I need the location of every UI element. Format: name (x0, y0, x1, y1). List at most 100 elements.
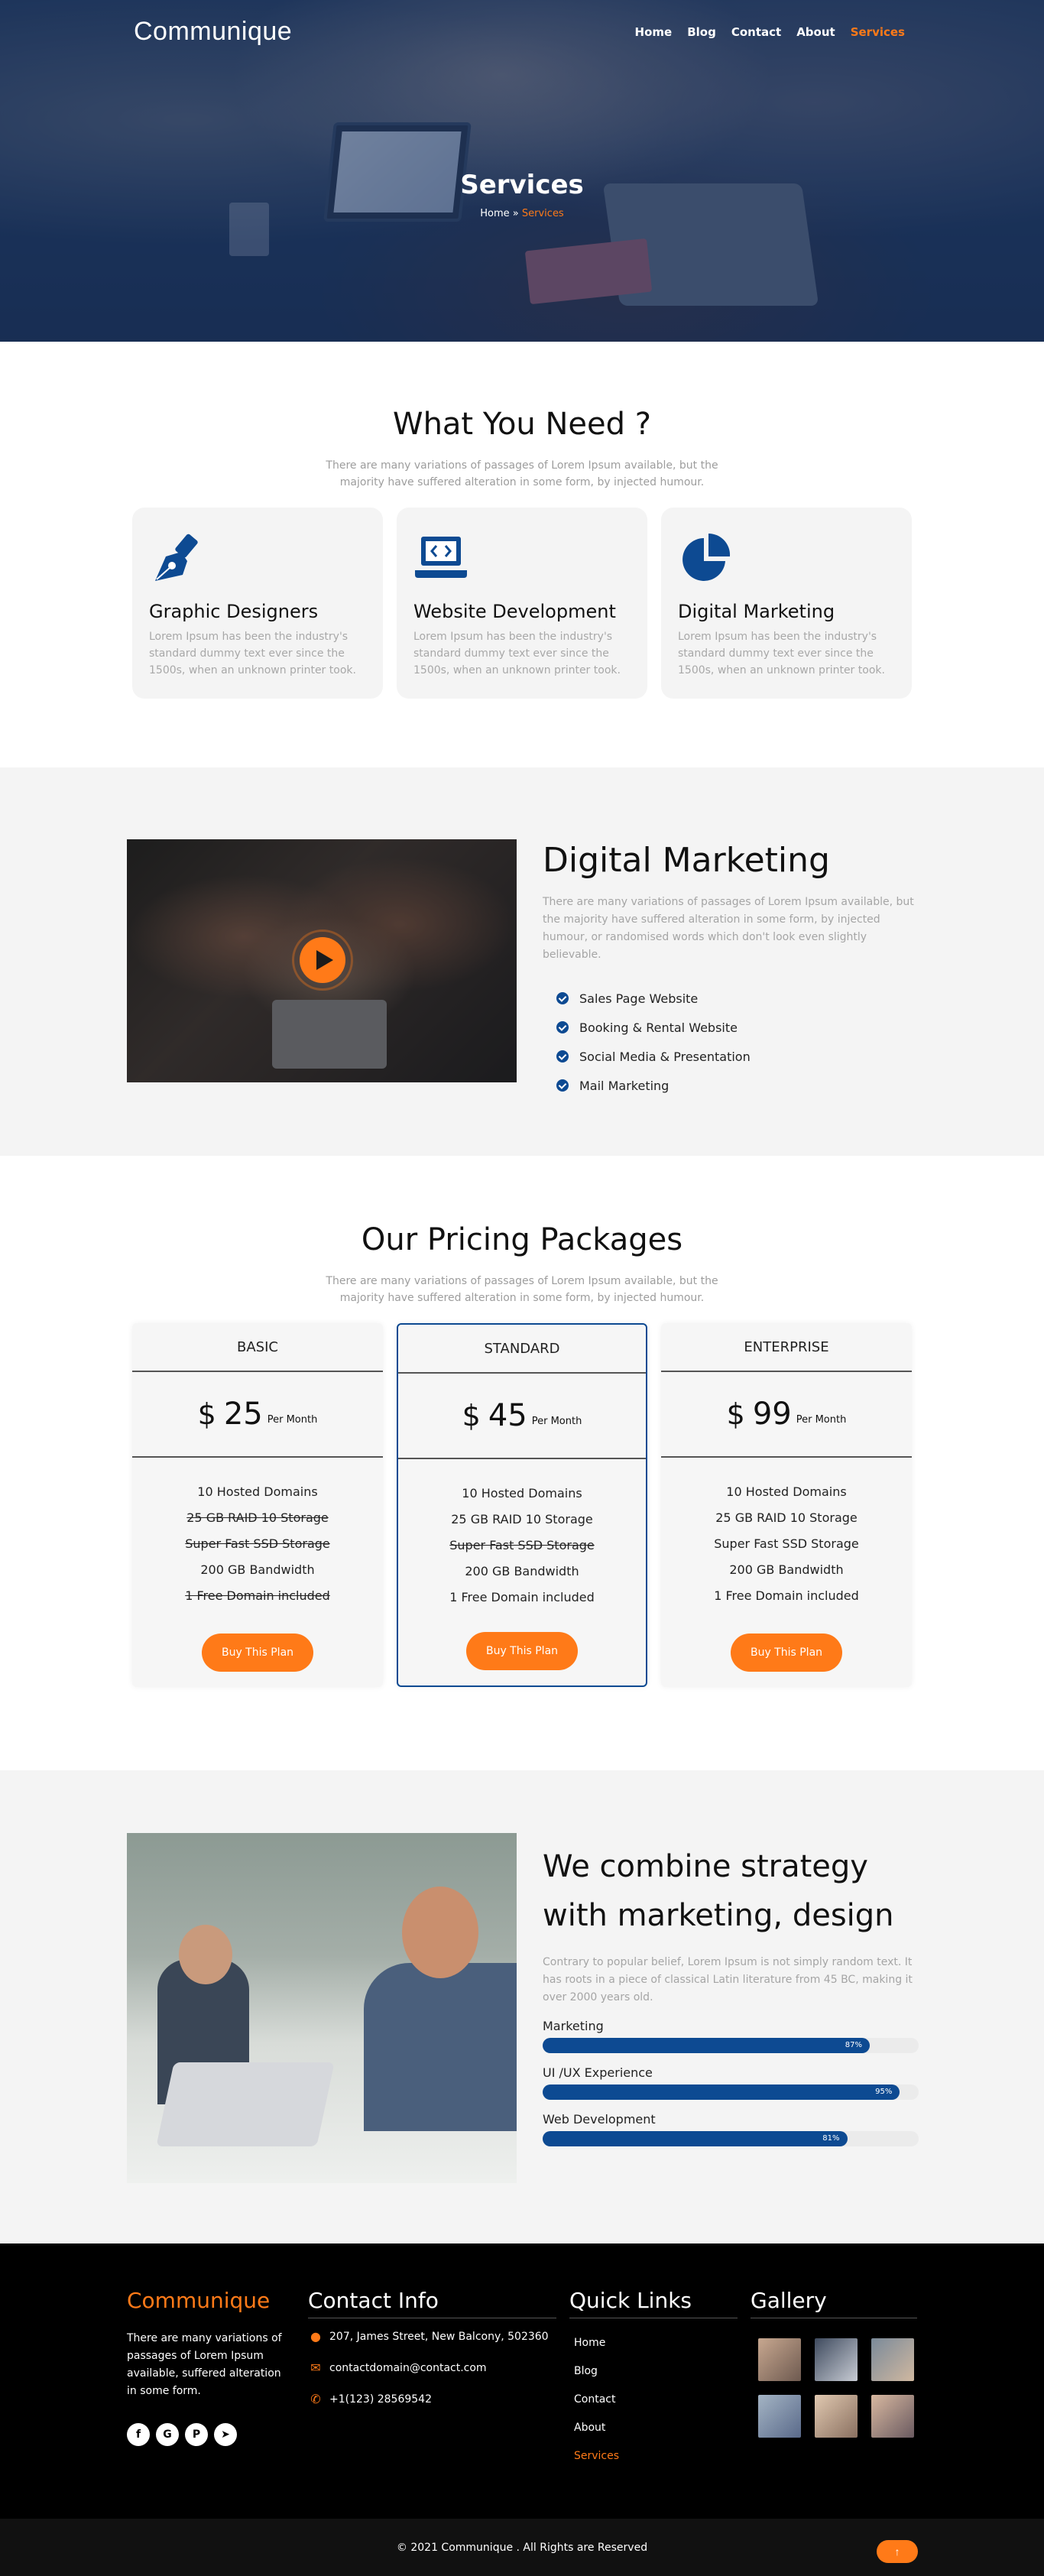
plan-amount: 99 (752, 1397, 792, 1432)
nav-home[interactable]: Home (635, 25, 673, 39)
breadcrumb: Home » Services (0, 208, 1044, 219)
skill-progress-bar: 95% (543, 2084, 919, 2100)
gallery-thumbnail[interactable] (758, 2395, 801, 2438)
gallery-thumbnail[interactable] (871, 2395, 914, 2438)
facebook-icon[interactable]: f (127, 2423, 150, 2446)
contact-email[interactable]: ✉ contactdomain@contact.com (308, 2360, 556, 2375)
nav-blog[interactable]: Blog (687, 25, 716, 39)
footer-gallery: Gallery (751, 2288, 917, 2438)
pinterest-icon[interactable]: P (185, 2423, 208, 2446)
plan-features: 10 Hosted Domains 25 GB RAID 10 Storage Su… (132, 1479, 383, 1609)
service-card[interactable]: Digital Marketing Lorem Ipsum has been t… (661, 508, 912, 699)
strategy-content: We combine strategy with marketing, desi… (543, 1842, 919, 2146)
plan-feature: 10 Hosted Domains (197, 1484, 318, 1499)
plan-currency: $ (462, 1399, 481, 1432)
breadcrumb-home[interactable]: Home (480, 208, 509, 219)
video-thumbnail[interactable] (127, 839, 517, 1082)
digital-marketing-text: There are many variations of passages of… (543, 896, 914, 961)
footer-link-about[interactable]: About (569, 2414, 738, 2442)
play-icon[interactable] (300, 937, 345, 983)
pricing-plans: BASIC $ 25 Per Month 10 Hosted Domains 25… (132, 1323, 912, 1687)
pricing-title: Our Pricing Packages (361, 1222, 683, 1257)
skill-item: Web Development 81% (543, 2112, 919, 2146)
footer-link-services[interactable]: Services (569, 2442, 738, 2471)
team-photo (127, 1833, 517, 2183)
plan-price: $ 45 Per Month (398, 1374, 646, 1459)
gallery-thumbnail[interactable] (815, 2395, 858, 2438)
plan-price: $ 25 Per Month (132, 1372, 383, 1458)
gallery-thumbnail[interactable] (758, 2338, 801, 2381)
plan-feature: 1 Free Domain included (714, 1588, 859, 1603)
footer-link-contact[interactable]: Contact (569, 2386, 738, 2414)
gallery-thumbnail[interactable] (871, 2338, 914, 2381)
skill-progress-fill: 81% (543, 2131, 848, 2146)
skill-label: UI /UX Experience (543, 2065, 653, 2080)
plan-feature: 1 Free Domain included (185, 1588, 330, 1603)
pricing-subtitle: There are many variations of passages of… (326, 1275, 718, 1304)
plan-period: Per Month (796, 1413, 847, 1426)
service-text: Lorem Ipsum has been the industry's stan… (149, 631, 356, 676)
plan-feature: 1 Free Domain included (449, 1590, 595, 1604)
plan-feature: 200 GB Bandwidth (200, 1562, 315, 1577)
plan-feature: 25 GB RAID 10 Storage (715, 1510, 858, 1525)
social-links: f G P ➤ (127, 2423, 292, 2446)
nav-contact[interactable]: Contact (731, 25, 781, 39)
pricing-card-basic: BASIC $ 25 Per Month 10 Hosted Domains 25… (132, 1323, 383, 1687)
service-card[interactable]: Graphic Designers Lorem Ipsum has been t… (132, 508, 383, 699)
service-card[interactable]: Website Development Lorem Ipsum has been… (397, 508, 647, 699)
skill-label: Web Development (543, 2112, 656, 2127)
list-item-label: Sales Page Website (579, 991, 699, 1006)
digital-marketing-section: Digital Marketing There are many variati… (0, 767, 1044, 1156)
scroll-to-top-button[interactable]: ↑ (877, 2540, 918, 2563)
plan-feature: Super Fast SSD Storage (714, 1536, 859, 1551)
main-menu: Home Blog Contact About Services (635, 25, 905, 39)
list-item: Social Media & Presentation (543, 1042, 917, 1071)
strategy-text: Contrary to popular belief, Lorem Ipsum … (543, 1956, 913, 2003)
plan-name: ENTERPRISE (661, 1323, 912, 1372)
site-logo[interactable]: Communique (134, 17, 292, 47)
plan-currency: $ (726, 1397, 745, 1431)
strategy-section: We combine strategy with marketing, desi… (0, 1770, 1044, 2243)
contact-phone-text[interactable]: +1(123) 28569542 (329, 2393, 432, 2406)
footer-link-blog[interactable]: Blog (569, 2357, 738, 2386)
service-title: Website Development (413, 601, 616, 622)
footer: Communique There are many variations of … (0, 2243, 1044, 2519)
contact-email-text[interactable]: contactdomain@contact.com (329, 2362, 487, 2374)
plan-features: 10 Hosted Domains 25 GB RAID 10 Storage Su… (661, 1479, 912, 1609)
contact-address: ● 207, James Street, New Balcony, 502360 (308, 2329, 556, 2344)
list-item-label: Mail Marketing (579, 1078, 670, 1093)
contact-title: Contact Info (308, 2288, 556, 2318)
person-figure (402, 1887, 478, 1978)
plan-name: BASIC (132, 1323, 383, 1372)
service-cards: Graphic Designers Lorem Ipsum has been t… (132, 508, 912, 699)
buy-plan-button[interactable]: Buy This Plan (202, 1634, 313, 1672)
plan-amount: 45 (488, 1398, 527, 1433)
skill-progress-bar: 87% (543, 2038, 919, 2053)
footer-logo[interactable]: Communique (127, 2288, 292, 2318)
person-figure (364, 1963, 517, 2131)
digital-marketing-list: Sales Page Website Booking & Rental Webs… (543, 984, 917, 1100)
skill-progress-fill: 87% (543, 2038, 871, 2053)
google-plus-icon[interactable]: G (156, 2423, 179, 2446)
gallery-thumbnail[interactable] (815, 2338, 858, 2381)
skill-progress-bar: 81% (543, 2131, 919, 2146)
buy-plan-button[interactable]: Buy This Plan (731, 1634, 842, 1672)
nav-about[interactable]: About (796, 25, 835, 39)
nav-services[interactable]: Services (851, 25, 905, 39)
contact-phone[interactable]: ✆ +1(123) 28569542 (308, 2392, 556, 2406)
plan-period: Per Month (531, 1415, 582, 1427)
skills-list: Marketing 87% UI /UX Experience 95% Web Deve… (543, 2019, 919, 2146)
plan-feature: 25 GB RAID 10 Storage (186, 1510, 329, 1525)
buy-plan-button[interactable]: Buy This Plan (466, 1632, 578, 1670)
plan-currency: $ (197, 1397, 216, 1431)
footer-about: There are many variations of passages of… (127, 2332, 282, 2397)
digital-marketing-content: Digital Marketing There are many variati… (543, 841, 917, 1100)
arrow-up-icon: ↑ (894, 2545, 900, 2558)
telegram-icon[interactable]: ➤ (214, 2423, 237, 2446)
list-item-label: Booking & Rental Website (579, 1020, 738, 1035)
laptop-code-icon (415, 537, 467, 578)
phone-icon: ✆ (310, 2392, 321, 2406)
footer-contact: Contact Info ● 207, James Street, New Bal… (308, 2288, 556, 2406)
footer-link-home[interactable]: Home (569, 2329, 738, 2357)
plan-feature: Super Fast SSD Storage (185, 1536, 330, 1551)
